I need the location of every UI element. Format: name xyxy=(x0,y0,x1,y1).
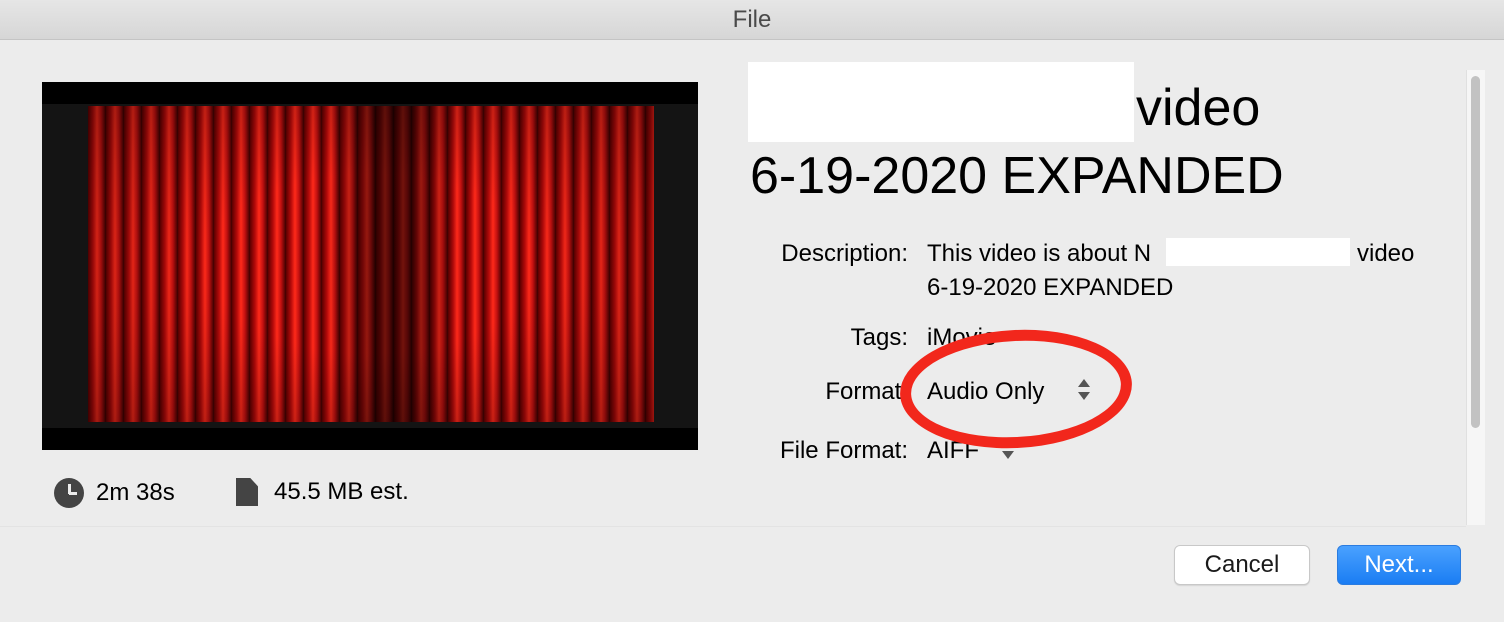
window-title: File xyxy=(732,5,772,33)
project-title-suffix[interactable]: video xyxy=(1136,78,1260,138)
share-file-dialog: File 2m 38s 45.5 MB est. video 6-19-2020… xyxy=(0,0,1504,622)
file-format-select[interactable]: AIFF xyxy=(927,437,979,465)
scrollbar[interactable] xyxy=(1466,70,1485,525)
file-format-stepper-icon[interactable] xyxy=(1001,436,1015,462)
description-line1-suffix[interactable]: video xyxy=(1357,240,1414,268)
redacted-name xyxy=(748,62,1134,142)
format-label: Format: xyxy=(825,378,908,405)
duration-stat: 2m 38s xyxy=(54,478,175,508)
description-line2[interactable]: 6-19-2020 EXPANDED xyxy=(927,274,1173,302)
next-button[interactable]: Next... xyxy=(1337,545,1461,585)
preview-frame xyxy=(42,104,698,428)
description-label: Description: xyxy=(781,240,908,267)
curtain-thumbnail xyxy=(88,106,654,422)
size-value: 45.5 MB est. xyxy=(274,478,409,505)
tags-label: Tags: xyxy=(850,324,908,351)
tags-field[interactable]: iMovie xyxy=(927,324,996,352)
video-preview xyxy=(42,82,698,450)
format-select[interactable]: Audio Only xyxy=(927,378,1044,406)
curtain-shadow xyxy=(328,106,458,422)
format-stepper-icon[interactable] xyxy=(1077,377,1091,403)
project-title-line2[interactable]: 6-19-2020 EXPANDED xyxy=(750,146,1284,206)
size-stat: 45.5 MB est. xyxy=(236,478,409,506)
clock-icon xyxy=(54,478,84,508)
title-bar: File xyxy=(0,0,1504,40)
document-icon xyxy=(236,478,258,506)
description-line1[interactable]: This video is about N xyxy=(927,240,1151,268)
cancel-button[interactable]: Cancel xyxy=(1174,545,1310,585)
redacted-description xyxy=(1166,238,1350,266)
file-format-label: File Format: xyxy=(779,437,908,464)
scrollbar-thumb[interactable] xyxy=(1471,76,1480,428)
divider xyxy=(0,526,1466,527)
duration-value: 2m 38s xyxy=(96,479,175,506)
